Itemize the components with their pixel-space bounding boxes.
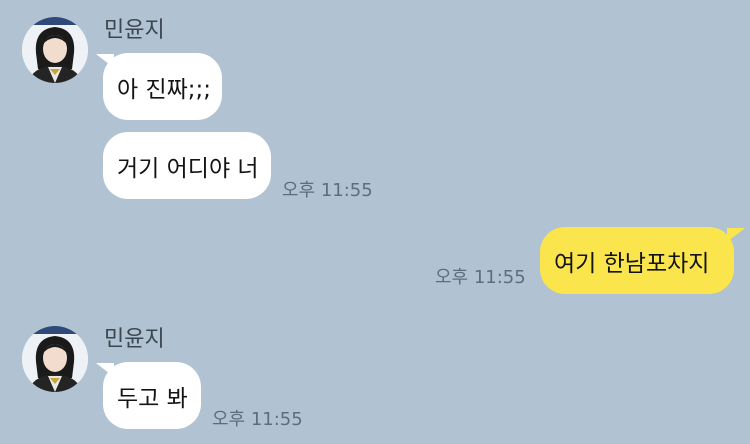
message-timestamp: 오후 11:55 — [435, 267, 526, 288]
message-timestamp: 오후 11:55 — [212, 409, 303, 430]
chat-room[interactable]: 민윤지 아 진짜;;; 거기 어디야 너 오후 11:55 오후 11:55 여… — [0, 0, 750, 444]
message-bubble[interactable]: 아 진짜;;; — [103, 53, 222, 120]
sender-avatar[interactable] — [22, 17, 88, 83]
message-timestamp: 오후 11:55 — [282, 180, 373, 201]
message-bubble[interactable]: 여기 한남포차지 — [540, 227, 734, 294]
message-bubble[interactable]: 두고 봐 — [103, 362, 201, 429]
message-bubble[interactable]: 거기 어디야 너 — [103, 132, 271, 199]
sender-name: 민윤지 — [104, 327, 165, 352]
profile-photo-icon — [22, 17, 88, 83]
sender-avatar[interactable] — [22, 326, 88, 392]
profile-photo-icon — [22, 326, 88, 392]
sender-name: 민윤지 — [104, 18, 165, 43]
